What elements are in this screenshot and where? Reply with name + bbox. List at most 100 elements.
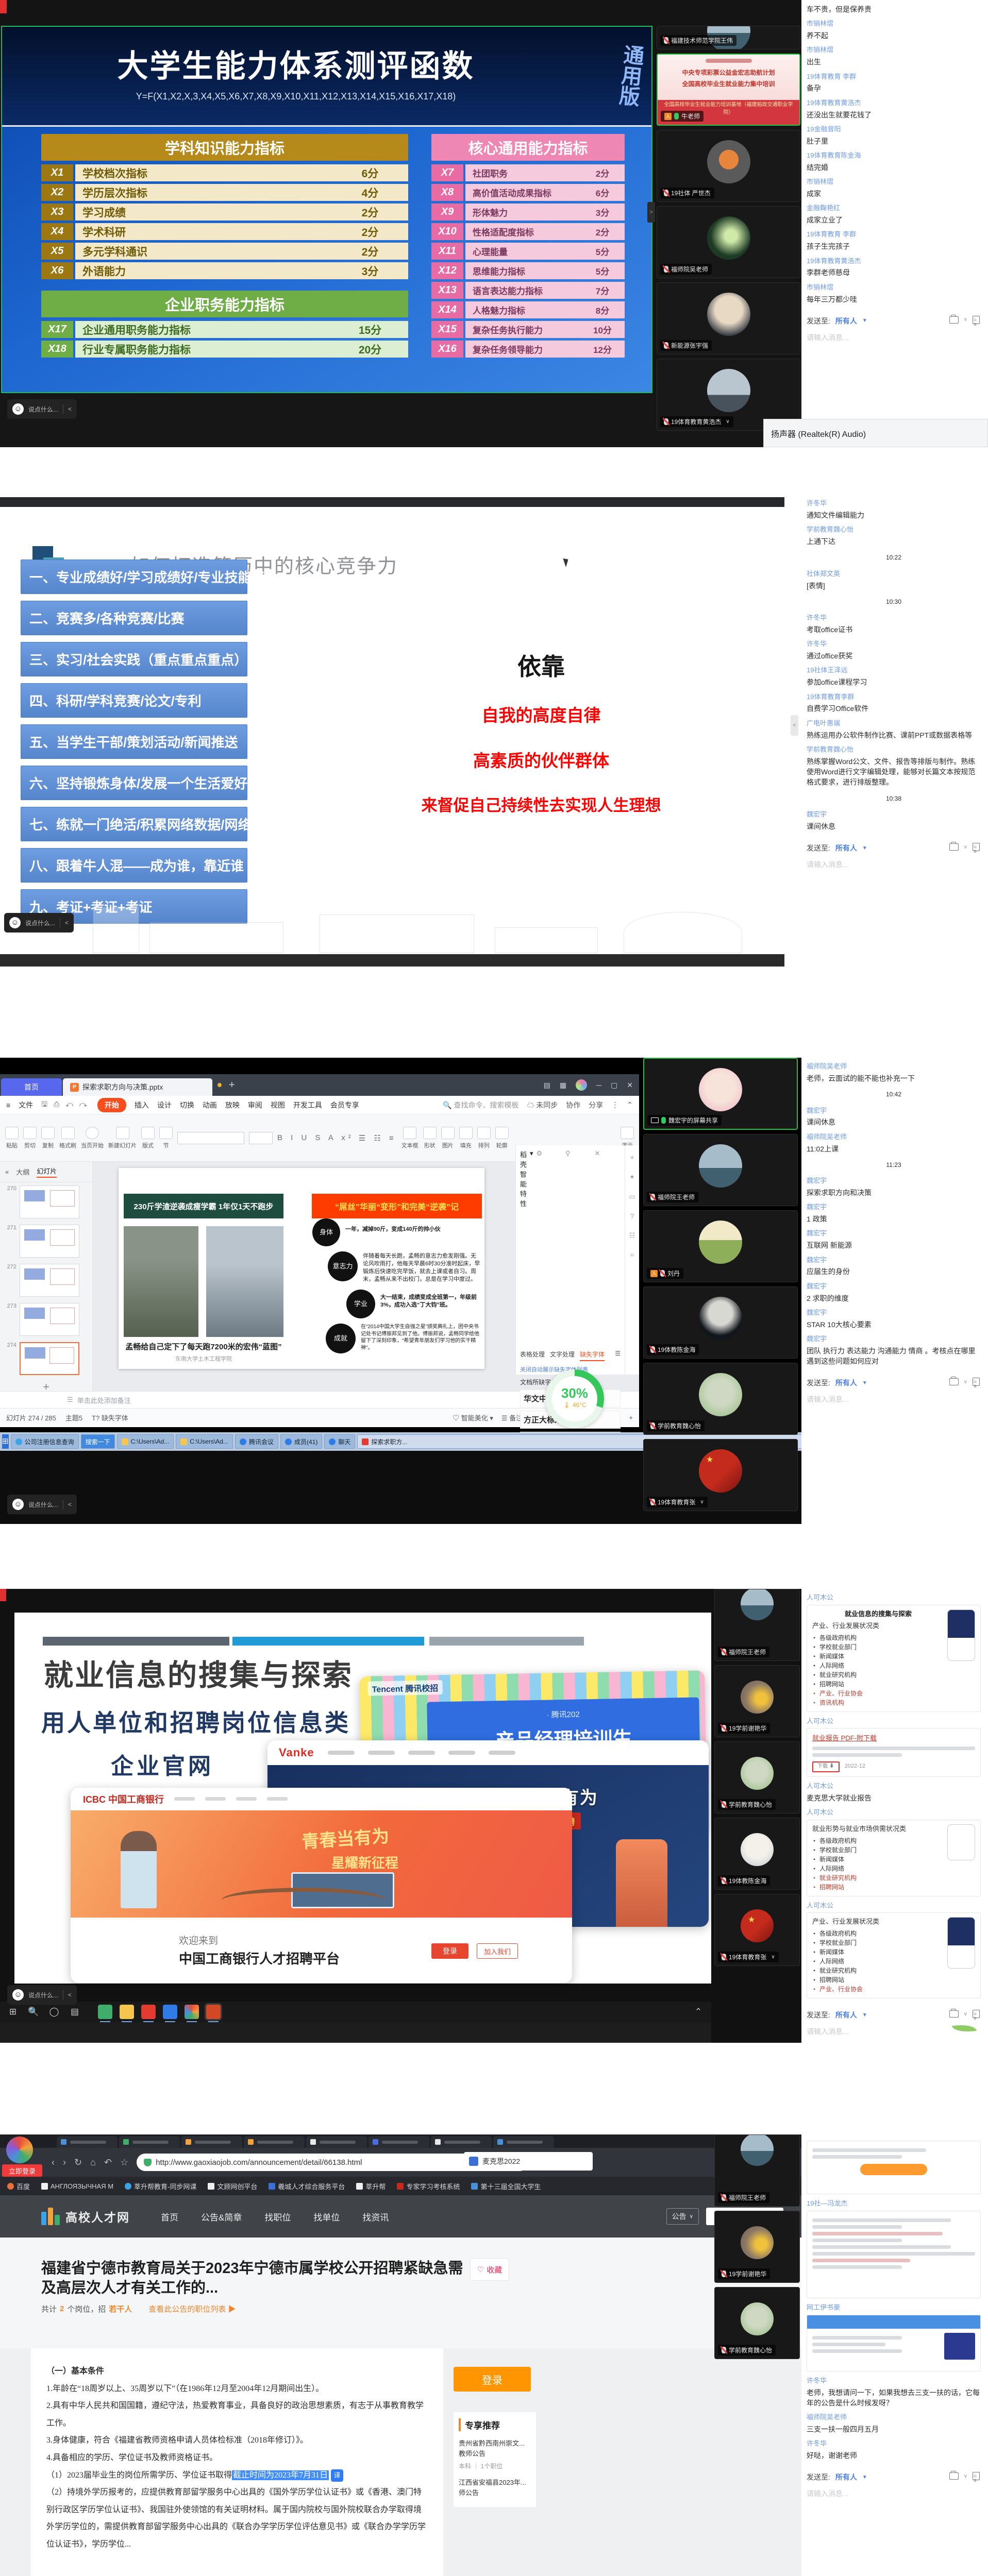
chevron-down-icon[interactable]: ∨ — [700, 1499, 704, 1505]
send-to-select[interactable]: 所有人 — [835, 843, 857, 853]
chat-sender[interactable]: 19体育教育 李群 — [807, 72, 981, 82]
tab-document[interactable]: P探索求职方向与决策.pptx — [63, 1078, 212, 1096]
panel-collapse-handle[interactable]: < — [791, 715, 798, 736]
home-button[interactable]: ⌂ — [90, 2157, 96, 2168]
announcement-icon[interactable] — [973, 1378, 980, 1386]
ribbon-tab[interactable]: 动画 — [203, 1100, 217, 1110]
format-painter-button[interactable]: 格式刷 — [59, 1127, 76, 1149]
chat-sender[interactable]: 魏宏宇 — [807, 1308, 981, 1318]
ribbon-tab[interactable]: 切换 — [180, 1100, 194, 1110]
participant-tile[interactable]: 福师院王老师 ∨ — [643, 1134, 798, 1206]
taskbar-item[interactable]: 聊天 — [324, 1434, 355, 1449]
chat-sender[interactable]: 许冬华 — [807, 2376, 981, 2386]
participant-tile[interactable]: 19学前谢艳华 ∨ — [714, 1665, 800, 1737]
chat-sender[interactable]: 魏宏宇 — [807, 1176, 981, 1186]
site-nav-item[interactable]: 公告&简章 — [201, 2210, 242, 2223]
tab-table[interactable]: 表格处理 — [520, 1350, 545, 1361]
bookmark-item[interactable]: 羲城人才综合服务平台 — [269, 2181, 345, 2191]
browser-tab[interactable] — [493, 2136, 554, 2148]
collapse-icon[interactable]: < — [68, 405, 72, 413]
chat-sender[interactable]: 19体育教育陈金海 — [807, 151, 981, 161]
chat-sender[interactable]: 19社—冯龙杰 — [807, 2199, 981, 2209]
chat-sender[interactable]: 学前教育魏心怡 — [807, 525, 981, 535]
chat-sender[interactable]: 魏宏宇 — [807, 1256, 981, 1265]
chat-sender[interactable]: 19体育教育黄浩杰 — [807, 257, 981, 266]
chat-sender[interactable]: 19体育教育黄浩杰 — [807, 98, 981, 108]
taskbar-item[interactable]: 搜索一下 — [81, 1434, 115, 1449]
announce-select[interactable]: 公告∨ — [666, 2208, 699, 2225]
collaborate-button[interactable]: 协作 — [566, 1100, 580, 1110]
site-nav-item[interactable]: 找单位 — [313, 2210, 340, 2223]
chat-sender[interactable]: 许冬华 — [807, 499, 981, 509]
browser-icon[interactable] — [185, 2005, 199, 2019]
ribbon-button[interactable]: 填充 — [459, 1127, 473, 1149]
task-view-icon[interactable]: ▤ — [68, 2007, 81, 2017]
collapse-icon[interactable]: < — [68, 1991, 72, 1998]
bookmark-item[interactable]: 百度 — [7, 2181, 30, 2191]
slide-thumbnail[interactable]: 273 — [0, 1300, 92, 1339]
meeting-app-icon[interactable] — [163, 2005, 177, 2019]
chat-sender[interactable]: 19体育教育 李群 — [807, 230, 981, 240]
tab-missing-font[interactable]: 缺失字体 — [580, 1350, 605, 1361]
wps-icon[interactable] — [141, 2005, 156, 2019]
participant-tile[interactable]: 19社体 严世杰 ∨ — [657, 130, 800, 202]
chat-sender[interactable]: 魏宏宇 — [807, 1106, 981, 1116]
chat-sender[interactable]: 金融鞠艳红 — [807, 204, 981, 213]
chat-sender[interactable]: 福师院吴老师 — [807, 2413, 981, 2422]
layout-button[interactable]: 版式 — [141, 1127, 155, 1149]
chat-image[interactable] — [807, 2315, 981, 2371]
chat-image[interactable]: 就业形势与就业市场供需状况类 各级政府机构学校就业部门新闻媒体人际网络就业研究机… — [807, 1820, 981, 1896]
paste-button[interactable]: 粘贴 — [5, 1127, 19, 1149]
site-logo[interactable]: 高校人才网 — [41, 2208, 130, 2225]
job-list-link[interactable]: 查看此公告的职位列表 ▶ — [148, 2303, 236, 2314]
tab-home[interactable]: 首页 — [1, 1078, 62, 1096]
sync-status[interactable]: ☁ 未同步 — [527, 1100, 558, 1110]
file-explorer-icon[interactable] — [120, 2005, 134, 2019]
command-search[interactable]: 🔍 查找命令、搜索模板 — [443, 1100, 518, 1110]
missing-font-status[interactable]: T? 缺失字体 — [92, 1413, 128, 1422]
back-button[interactable]: ‹ — [52, 2157, 55, 2168]
browser-tab[interactable] — [369, 2136, 429, 2148]
taskbar-item[interactable]: 腾讯会议 — [235, 1434, 278, 1449]
chat-sender[interactable]: 许冬华 — [807, 613, 981, 623]
tab-text[interactable]: 文字处理 — [550, 1350, 575, 1361]
taskbar-item[interactable]: C:\Users\Ad... — [176, 1434, 233, 1449]
browser-tab[interactable] — [119, 2136, 180, 2148]
paragraph-buttons[interactable]: ☰ ☷ ≡ — [359, 1133, 397, 1143]
participant-tile[interactable]: 19体教陈金海 ∨ — [714, 1818, 800, 1890]
chat-sender[interactable]: 魏宏宇 — [807, 810, 981, 820]
chevron-down-icon[interactable]: ▼ — [862, 2012, 867, 2018]
collapse-icon[interactable]: « — [5, 1168, 9, 1176]
avatar[interactable] — [576, 1079, 587, 1091]
chat-sender[interactable]: 19体育教育李群 — [807, 692, 981, 702]
chat-sender[interactable]: 广电叶惠端 — [807, 719, 981, 728]
chat-sender[interactable]: 许冬华 — [807, 639, 981, 649]
taskbar-item[interactable]: 成员(41) — [280, 1434, 322, 1449]
chat-sender[interactable]: 19社体王泽远 — [807, 666, 981, 675]
more-icon[interactable]: ⋮ — [611, 1100, 618, 1109]
chat-sender[interactable]: 市销林熠 — [807, 283, 981, 293]
emoji-icon[interactable]: ☺ — [12, 403, 24, 415]
browser-tab[interactable] — [181, 2136, 242, 2148]
quick-chat-bubble[interactable]: ☺ 说点什么... < — [4, 913, 74, 933]
taskbar-item[interactable]: 公司注册信息查询 — [11, 1434, 79, 1449]
participant-tile[interactable]: 19学前谢艳华 — [714, 2211, 800, 2283]
new-tab-button[interactable]: + — [229, 1079, 235, 1091]
zoom-in-button[interactable]: + — [629, 1414, 633, 1421]
chevron-down-icon[interactable]: ▼ — [862, 845, 867, 851]
ribbon-tab[interactable]: 插入 — [135, 1100, 149, 1110]
tray-expand-icon[interactable]: ⌃ — [692, 2007, 705, 2017]
section-button[interactable]: 节 — [159, 1127, 173, 1149]
star-icon[interactable]: ☆ — [120, 2157, 128, 2168]
close-button[interactable]: ✕ — [627, 1081, 633, 1090]
wechat-icon[interactable] — [98, 2005, 112, 2019]
chat-sender[interactable]: 网工伊书豪 — [807, 2303, 981, 2313]
menu-icon[interactable]: ☰ — [615, 1350, 621, 1361]
forward-button[interactable]: › — [63, 2157, 66, 2168]
message-input[interactable]: 请输入消息... — [807, 1394, 981, 1404]
play-from-page-button[interactable]: 当页开始 — [81, 1127, 104, 1149]
bookmark-item[interactable]: 专家学习考核系统 — [397, 2181, 460, 2191]
start-button[interactable]: ⊞ — [2, 1434, 9, 1449]
gear-icon[interactable]: ⚙ — [537, 1149, 562, 1345]
chat-sender[interactable]: 魏宏宇 — [807, 1202, 981, 1212]
